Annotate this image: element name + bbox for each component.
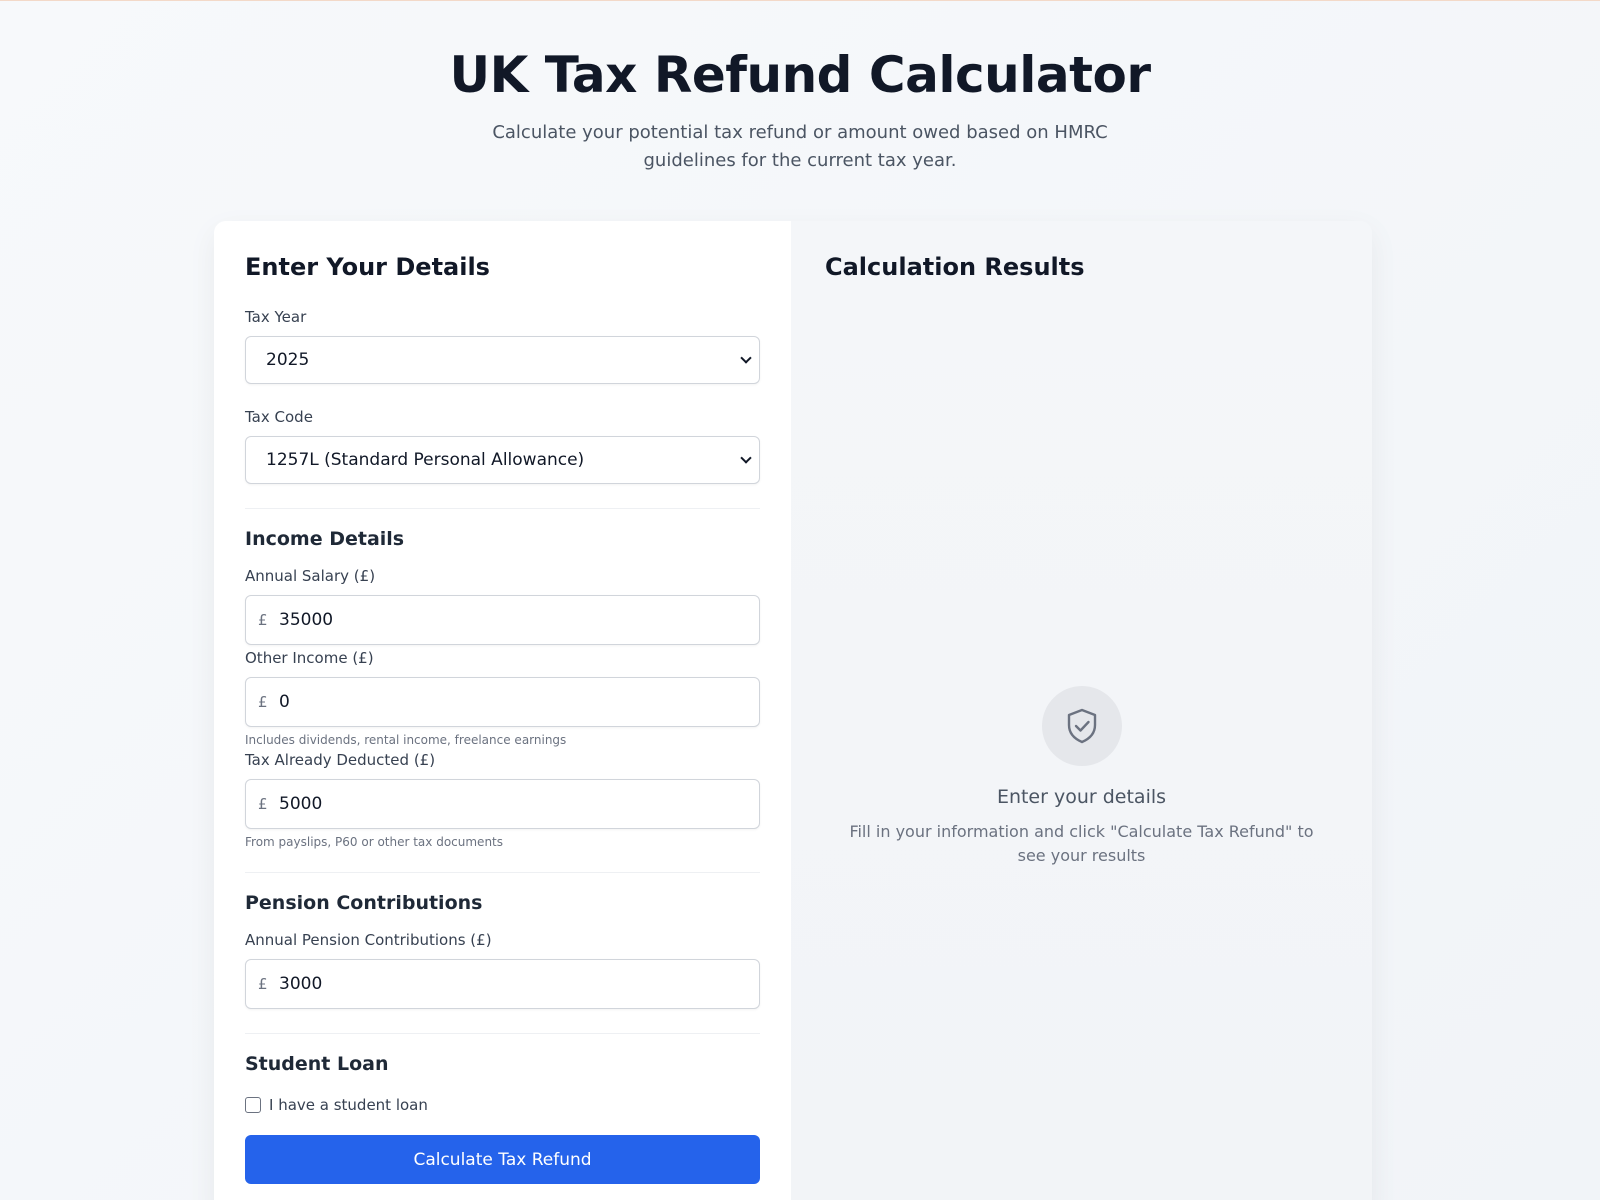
pension-label: Annual Pension Contributions (£) [245,931,492,949]
tax-code-value: 1257L (Standard Personal Allowance) [266,450,585,470]
results-panel: Calculation Results Enter your details F… [791,221,1372,1200]
tax-code-field: Tax Code 1257L (Standard Personal Allowa… [245,407,760,484]
pound-icon: £ [258,693,268,711]
pension-input[interactable]: £ 3000 [245,959,760,1009]
tax-deducted-value: 5000 [279,794,323,814]
student-loan-checkbox[interactable] [245,1097,261,1113]
results-empty-state: Enter your details Fill in your informat… [791,686,1372,868]
divider [245,872,760,873]
tax-code-label: Tax Code [245,408,313,426]
tax-year-value: 2025 [266,350,310,370]
shield-check-icon [1067,708,1096,744]
other-income-field: Other Income (£) £ 0 Includes dividends,… [245,648,760,748]
pension-field: Annual Pension Contributions (£) £ 3000 [245,930,760,1009]
chevron-down-icon [740,352,752,364]
pound-icon: £ [258,611,268,629]
results-title: Calculation Results [825,253,1085,281]
pound-icon: £ [258,975,268,993]
tax-year-field: Tax Year 2025 [245,307,760,384]
income-section-title: Income Details [245,528,405,550]
pension-section-title: Pension Contributions [245,892,483,914]
other-income-value: 0 [279,692,290,712]
chevron-down-icon [740,452,752,464]
page-title: UK Tax Refund Calculator [449,46,1151,104]
other-income-label: Other Income (£) [245,649,374,667]
tax-deducted-help: From payslips, P60 or other tax document… [245,835,503,849]
pound-icon: £ [258,795,268,813]
other-income-help: Includes dividends, rental income, freel… [245,733,567,747]
tax-code-select[interactable]: 1257L (Standard Personal Allowance) [245,436,760,484]
page: UK Tax Refund Calculator Calculate your … [0,0,1600,1200]
header: UK Tax Refund Calculator Calculate your … [0,1,1600,175]
student-loan-option[interactable]: I have a student loan [245,1096,760,1114]
divider [245,1033,760,1034]
calculator-card: Enter Your Details Tax Year 2025 Tax Cod… [214,221,1372,1200]
tax-year-select[interactable]: 2025 [245,336,760,384]
salary-field: Annual Salary (£) £ 35000 [245,566,760,645]
tax-year-label: Tax Year [245,308,307,326]
student-loan-label[interactable]: I have a student loan [269,1096,428,1114]
salary-value: 35000 [279,610,334,630]
empty-state-text: Fill in your information and click "Calc… [849,822,1314,865]
calculate-button[interactable]: Calculate Tax Refund [245,1135,760,1184]
details-form: Enter Your Details Tax Year 2025 Tax Cod… [214,221,791,1200]
empty-state-icon-circle [1041,686,1122,766]
form-title: Enter Your Details [245,253,490,281]
student-loan-section-title: Student Loan [245,1053,389,1075]
tax-deducted-field: Tax Already Deducted (£) £ 5000 From pay… [245,750,760,850]
empty-state-title: Enter your details [996,786,1167,808]
salary-input[interactable]: £ 35000 [245,595,760,645]
tax-deducted-input[interactable]: £ 5000 [245,779,760,829]
tax-deducted-label: Tax Already Deducted (£) [245,751,436,769]
pension-value: 3000 [279,974,323,994]
page-subtitle: Calculate your potential tax refund or a… [492,122,1108,171]
salary-label: Annual Salary (£) [245,567,376,585]
divider [245,508,760,509]
other-income-input[interactable]: £ 0 [245,677,760,727]
